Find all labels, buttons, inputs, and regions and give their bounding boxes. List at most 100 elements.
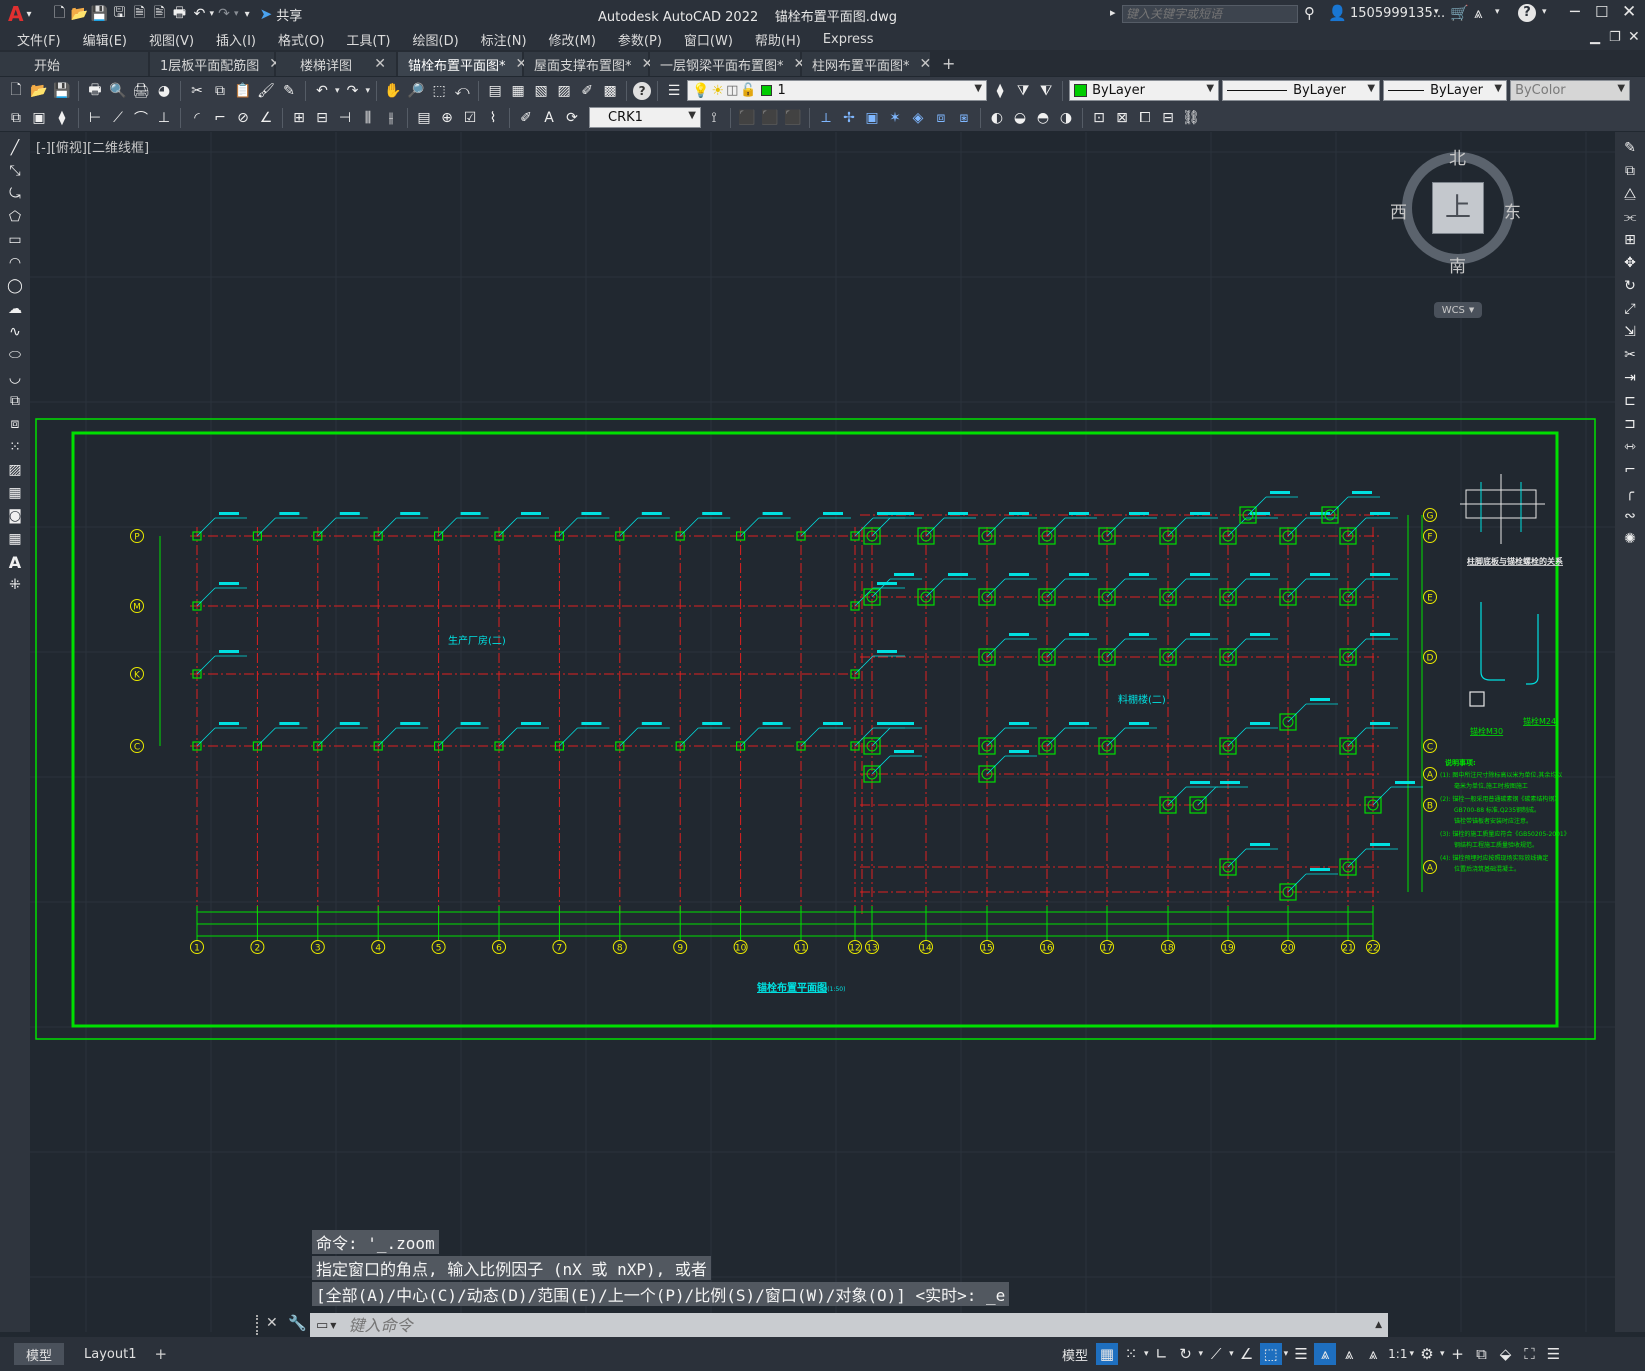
workspace-gear-icon[interactable]: ⚙ [1416, 1343, 1438, 1365]
gradient-icon[interactable]: ▦ [5, 483, 25, 503]
dimension-break-icon[interactable]: ⫲ [381, 108, 401, 128]
menu-parametric[interactable]: 参数(P) [607, 30, 673, 49]
dimension-text-edit-icon[interactable]: A [539, 108, 559, 128]
menu-modify[interactable]: 修改(M) [538, 30, 607, 49]
redo-dropdown-icon[interactable]: ▾ [234, 9, 239, 19]
design-center-icon[interactable]: ▦ [508, 81, 528, 101]
hyperlink-icon[interactable]: ⛓ [1181, 108, 1201, 128]
dimension-edit-icon[interactable]: ✐ [516, 108, 536, 128]
ordinate-dimension-icon[interactable]: ⊥ [154, 108, 174, 128]
layer-walk-icon[interactable]: ⧫ [52, 108, 72, 128]
layer-viewport-icon[interactable]: ◫ [726, 83, 738, 98]
layer-properties-icon[interactable]: ☰ [664, 81, 684, 101]
move-icon[interactable]: ✥ [1620, 253, 1640, 273]
make-block-icon[interactable]: ⊠ [1112, 108, 1132, 128]
mirror-icon[interactable]: ⧋ [1620, 184, 1640, 204]
dimension-update-icon[interactable]: ⟳ [562, 108, 582, 128]
tab-column-grid-plan[interactable]: 柱网布置平面图* ✕ [802, 52, 932, 76]
fillet-icon[interactable]: ╭ [1620, 483, 1640, 503]
doc-minimize-icon[interactable]: ▁ [1590, 30, 1600, 45]
close-icon[interactable]: ✕ [1622, 2, 1636, 22]
save-icon[interactable]: 💾 [52, 81, 72, 101]
add-icon[interactable]: + [1447, 1343, 1469, 1365]
tab-floor-slab-rebar[interactable]: 1层板平面配筋图✕ [150, 52, 281, 76]
tool-palettes-icon[interactable]: ▧ [531, 81, 551, 101]
lineweight-dropdown[interactable]: ByLayer ▼ [1383, 80, 1508, 101]
tolerance-icon[interactable]: ▤ [414, 108, 434, 128]
save-as-icon[interactable]: 🖫 [110, 4, 130, 24]
help-icon[interactable]: ? [1518, 4, 1536, 22]
baseline-dimension-icon[interactable]: ⊟ [312, 108, 332, 128]
polygon-icon[interactable]: ⬠ [5, 207, 25, 227]
publish-icon[interactable]: 🖨 [131, 81, 151, 101]
share-icon[interactable]: ➤ [260, 5, 273, 23]
zoom-realtime-icon[interactable]: 🔎 [406, 81, 426, 101]
command-customize-icon[interactable]: 🔧 [288, 1314, 307, 1332]
plot-icon[interactable]: 🖶 [85, 81, 105, 101]
scale-icon[interactable]: ⤢ [1620, 299, 1640, 319]
paste-icon[interactable]: 📋 [233, 81, 253, 101]
layout-tab-layout1[interactable]: Layout1 [72, 1343, 148, 1365]
publish-icon[interactable]: 🖹 [150, 4, 170, 24]
lineweight-icon[interactable]: ☰ [1290, 1343, 1312, 1365]
ucs-view-icon[interactable]: ◈ [908, 108, 928, 128]
chevron-down-icon[interactable]: ▼ [330, 1321, 336, 1330]
menu-dimension[interactable]: 标注(N) [470, 30, 538, 49]
menu-insert[interactable]: 插入(I) [205, 30, 267, 49]
linear-dimension-icon[interactable]: ⊢ [85, 108, 105, 128]
jogged-linear-icon[interactable]: ⌇ [483, 108, 503, 128]
redo-icon[interactable]: ↷ [343, 81, 363, 101]
circle-icon[interactable]: ◯ [5, 276, 25, 296]
new-tab-button[interactable]: + [942, 54, 955, 73]
workspace-save-icon[interactable]: ▣ [29, 108, 49, 128]
jogged-dimension-icon[interactable]: ⌐ [210, 108, 230, 128]
visual-style-icon[interactable]: ◐ [987, 108, 1007, 128]
quickcalc-icon[interactable]: ▩ [600, 81, 620, 101]
doc-restore-icon[interactable]: ❐ [1609, 30, 1621, 45]
multiline-text-icon[interactable]: A [5, 552, 25, 572]
zoom-window-icon[interactable]: ⬚ [429, 81, 449, 101]
layer-previous-icon[interactable]: ⧩ [1013, 81, 1033, 101]
menu-file[interactable]: 文件(F) [6, 30, 72, 49]
search-expand-icon[interactable]: ▸ [1110, 6, 1116, 19]
isolate-objects-icon[interactable]: ⧉ [1471, 1343, 1493, 1365]
annotation-scale-icon[interactable]: ⩓ [1362, 1343, 1384, 1365]
copy-object-icon[interactable]: ⧉ [1620, 161, 1640, 181]
grid-icon[interactable]: ▦ [1096, 1343, 1119, 1365]
menu-edit[interactable]: 编辑(E) [72, 30, 138, 49]
object-snap-dropdown-icon[interactable]: ▾ [1284, 1349, 1289, 1359]
dimension-style-icon[interactable]: ⟟ [704, 108, 724, 128]
rotate-icon[interactable]: ↻ [1620, 276, 1640, 296]
menu-draw[interactable]: 绘图(D) [402, 30, 470, 49]
share-button[interactable]: 共享 [276, 5, 302, 24]
layer-thaw-icon[interactable]: ☀ [712, 83, 725, 99]
undo-dropdown-icon[interactable]: ▾ [335, 86, 340, 96]
make-block-icon[interactable]: ⧈ [5, 414, 25, 434]
ucs-object-icon[interactable]: ✶ [885, 108, 905, 128]
inspection-icon[interactable]: ☑ [460, 108, 480, 128]
workspace-icon[interactable]: ⧉ [6, 108, 26, 128]
tab-close-icon[interactable]: ✕ [920, 56, 932, 72]
layer-on-icon[interactable]: 💡 [692, 83, 709, 99]
auto-scale-icon[interactable]: ⩓ [1338, 1343, 1360, 1365]
polar-dropdown-icon[interactable]: ▾ [1199, 1349, 1204, 1359]
attach-icon[interactable]: ⧠ [1135, 108, 1155, 128]
user-name[interactable]: 1505999135... [1350, 6, 1445, 21]
viewcube[interactable]: 上 北 南 西 东 [1390, 144, 1521, 277]
polar-icon[interactable]: ↻ [1175, 1343, 1197, 1365]
viewcube-top-face[interactable]: 上 [1432, 182, 1484, 234]
break-icon[interactable]: ⊐ [1620, 414, 1640, 434]
user-icon[interactable]: 👤 [1328, 4, 1347, 22]
user-dropdown-icon[interactable]: ▾ [1434, 7, 1439, 17]
a360-dropdown-icon[interactable]: ▾ [1495, 7, 1500, 17]
diameter-dimension-icon[interactable]: ⊘ [233, 108, 253, 128]
ellipse-icon[interactable]: ⬭ [5, 345, 25, 365]
line-icon[interactable]: ╱ [5, 138, 25, 158]
model-space-button[interactable]: 模型 [1062, 1345, 1088, 1364]
shaded-icon[interactable]: ◒ [1010, 108, 1030, 128]
break-at-point-icon[interactable]: ⊏ [1620, 391, 1640, 411]
command-close-icon[interactable]: ✕ [266, 1315, 278, 1331]
view-iso-icon[interactable]: ⬛ [783, 108, 803, 128]
center-mark-icon[interactable]: ⊕ [437, 108, 457, 128]
viewcube-north[interactable]: 北 [1449, 144, 1466, 169]
